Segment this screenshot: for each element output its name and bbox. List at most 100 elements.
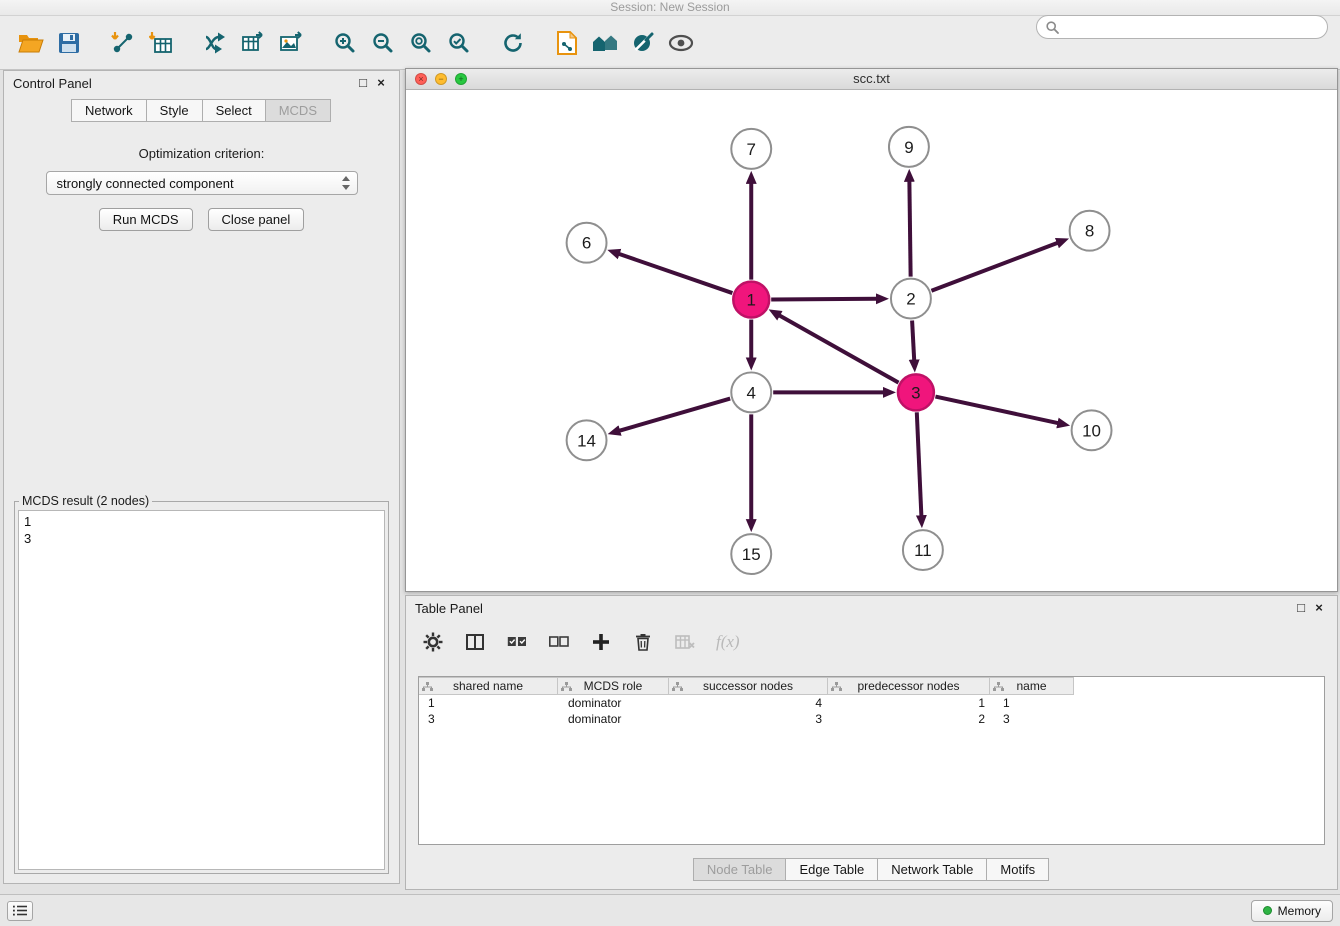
graph-node-label: 4 bbox=[747, 383, 756, 402]
show-graphics-icon[interactable] bbox=[662, 24, 700, 62]
table-cell[interactable]: dominator bbox=[559, 712, 671, 726]
tab-motifs[interactable]: Motifs bbox=[986, 858, 1049, 881]
table-row[interactable]: 1dominator411 bbox=[419, 695, 1324, 711]
network-graph[interactable]: 7968124314101511 bbox=[406, 90, 1337, 591]
control-panel-header: Control Panel □ × bbox=[4, 71, 399, 95]
import-network-file-icon[interactable] bbox=[104, 24, 142, 62]
export-table-icon[interactable] bbox=[234, 24, 272, 62]
column-header-name[interactable]: name bbox=[989, 677, 1074, 695]
graph-node-label: 6 bbox=[582, 234, 591, 253]
refresh-view-icon[interactable] bbox=[494, 24, 532, 62]
network-window-titlebar[interactable]: ×−+ scc.txt bbox=[406, 69, 1337, 90]
node-table-body: 1dominator4113dominator323 bbox=[419, 695, 1324, 727]
zoom-window-icon[interactable]: + bbox=[455, 73, 467, 85]
table-cell[interactable]: dominator bbox=[559, 696, 671, 710]
zoom-out-icon[interactable] bbox=[364, 24, 402, 62]
mcds-result-legend: MCDS result (2 nodes) bbox=[19, 494, 152, 508]
close-panel-icon[interactable]: × bbox=[372, 76, 390, 90]
network-document-icon[interactable] bbox=[548, 24, 586, 62]
table-cell[interactable]: 1 bbox=[831, 696, 994, 710]
add-row-icon[interactable] bbox=[590, 631, 612, 653]
select-stepper-icon bbox=[341, 175, 351, 191]
select-all-icon[interactable] bbox=[506, 631, 528, 653]
tab-node-table[interactable]: Node Table bbox=[693, 858, 787, 881]
criterion-select[interactable]: strongly connected component bbox=[46, 171, 358, 195]
graph-edge-2-3[interactable] bbox=[912, 321, 914, 361]
graph-edge-3-10[interactable] bbox=[935, 397, 1058, 424]
column-header-label: name bbox=[1016, 679, 1046, 693]
graph-node-label: 2 bbox=[906, 290, 915, 309]
graph-edge-2-8[interactable] bbox=[931, 243, 1057, 291]
zoom-in-icon[interactable] bbox=[326, 24, 364, 62]
open-file-icon[interactable] bbox=[12, 24, 50, 62]
table-panel: Table Panel □ × f(x) shared nameMCDS rol… bbox=[405, 595, 1338, 890]
task-history-button[interactable] bbox=[7, 901, 33, 921]
control-panel-title: Control Panel bbox=[13, 76, 92, 91]
tab-edge-table[interactable]: Edge Table bbox=[785, 858, 878, 881]
column-header-label: predecessor nodes bbox=[857, 679, 959, 693]
mcds-result-fieldset: MCDS result (2 nodes) 13 bbox=[14, 494, 389, 874]
search-input[interactable] bbox=[1065, 20, 1318, 34]
graph-edge-1-2[interactable] bbox=[771, 299, 877, 300]
float-panel-icon[interactable]: □ bbox=[354, 76, 372, 90]
zoom-selected-icon[interactable] bbox=[440, 24, 478, 62]
criterion-selected-value: strongly connected component bbox=[57, 176, 341, 191]
home-icon[interactable] bbox=[586, 24, 624, 62]
search-box[interactable] bbox=[1036, 15, 1328, 39]
run-mcds-button[interactable]: Run MCDS bbox=[99, 208, 193, 231]
tab-network[interactable]: Network bbox=[71, 99, 147, 122]
control-panel: Control Panel □ × NetworkStyleSelectMCDS… bbox=[3, 70, 400, 884]
table-cell[interactable]: 1 bbox=[419, 696, 559, 710]
delete-row-icon[interactable] bbox=[632, 631, 654, 653]
close-panel-icon[interactable]: × bbox=[1310, 601, 1328, 615]
graph-edge-4-14[interactable] bbox=[619, 399, 730, 431]
window-traffic-lights: ×−+ bbox=[415, 73, 467, 85]
session-title: Session: New Session bbox=[610, 0, 729, 14]
apply-style-icon[interactable] bbox=[624, 24, 662, 62]
column-header-shared-name[interactable]: shared name bbox=[418, 677, 558, 695]
delete-column-icon[interactable] bbox=[674, 631, 696, 653]
table-cell[interactable]: 3 bbox=[671, 712, 831, 726]
column-header-successor-nodes[interactable]: successor nodes bbox=[668, 677, 828, 695]
column-header-label: successor nodes bbox=[703, 679, 793, 693]
settings-gear-icon[interactable] bbox=[422, 631, 444, 653]
function-builder-icon[interactable]: f(x) bbox=[716, 632, 740, 652]
table-cell[interactable]: 4 bbox=[671, 696, 831, 710]
search-icon bbox=[1046, 21, 1059, 34]
column-layout-icon[interactable] bbox=[464, 631, 486, 653]
tab-mcds[interactable]: MCDS bbox=[265, 99, 331, 122]
column-header-predecessor-nodes[interactable]: predecessor nodes bbox=[827, 677, 990, 695]
graph-edge-1-6[interactable] bbox=[619, 254, 733, 293]
tab-style[interactable]: Style bbox=[146, 99, 203, 122]
float-panel-icon[interactable]: □ bbox=[1292, 601, 1310, 615]
table-toolbar: f(x) bbox=[422, 628, 740, 656]
table-cell[interactable]: 2 bbox=[831, 712, 994, 726]
node-table[interactable]: shared nameMCDS role successor nodes prede… bbox=[418, 676, 1325, 845]
export-image-icon[interactable] bbox=[272, 24, 310, 62]
graph-edge-3-1[interactable] bbox=[779, 315, 898, 382]
table-row[interactable]: 3dominator323 bbox=[419, 711, 1324, 727]
graph-node-label: 8 bbox=[1085, 222, 1094, 241]
network-canvas[interactable]: 7968124314101511 bbox=[406, 90, 1337, 591]
table-panel-title: Table Panel bbox=[415, 601, 483, 616]
save-session-icon[interactable] bbox=[50, 24, 88, 62]
column-header-MCDS-role[interactable]: MCDS role bbox=[557, 677, 669, 695]
network-arrows-icon[interactable] bbox=[196, 24, 234, 62]
minimize-window-icon[interactable]: − bbox=[435, 73, 447, 85]
tab-network-table[interactable]: Network Table bbox=[877, 858, 987, 881]
mcds-result-list[interactable]: 13 bbox=[18, 510, 385, 870]
graph-edge-2-9[interactable] bbox=[909, 181, 910, 277]
unselect-all-icon[interactable] bbox=[548, 631, 570, 653]
zoom-fit-icon[interactable] bbox=[402, 24, 440, 62]
graph-edge-3-11[interactable] bbox=[917, 412, 922, 516]
table-cell[interactable]: 3 bbox=[419, 712, 559, 726]
close-panel-button[interactable]: Close panel bbox=[208, 208, 305, 231]
memory-button[interactable]: Memory bbox=[1251, 900, 1333, 922]
close-window-icon[interactable]: × bbox=[415, 73, 427, 85]
tab-select[interactable]: Select bbox=[202, 99, 266, 122]
table-panel-tabs: Node TableEdge TableNetwork TableMotifs bbox=[406, 858, 1337, 881]
import-table-file-icon[interactable] bbox=[142, 24, 180, 62]
table-cell[interactable]: 1 bbox=[994, 696, 1079, 710]
table-cell[interactable]: 3 bbox=[994, 712, 1079, 726]
mcds-result-line: 3 bbox=[24, 530, 379, 547]
